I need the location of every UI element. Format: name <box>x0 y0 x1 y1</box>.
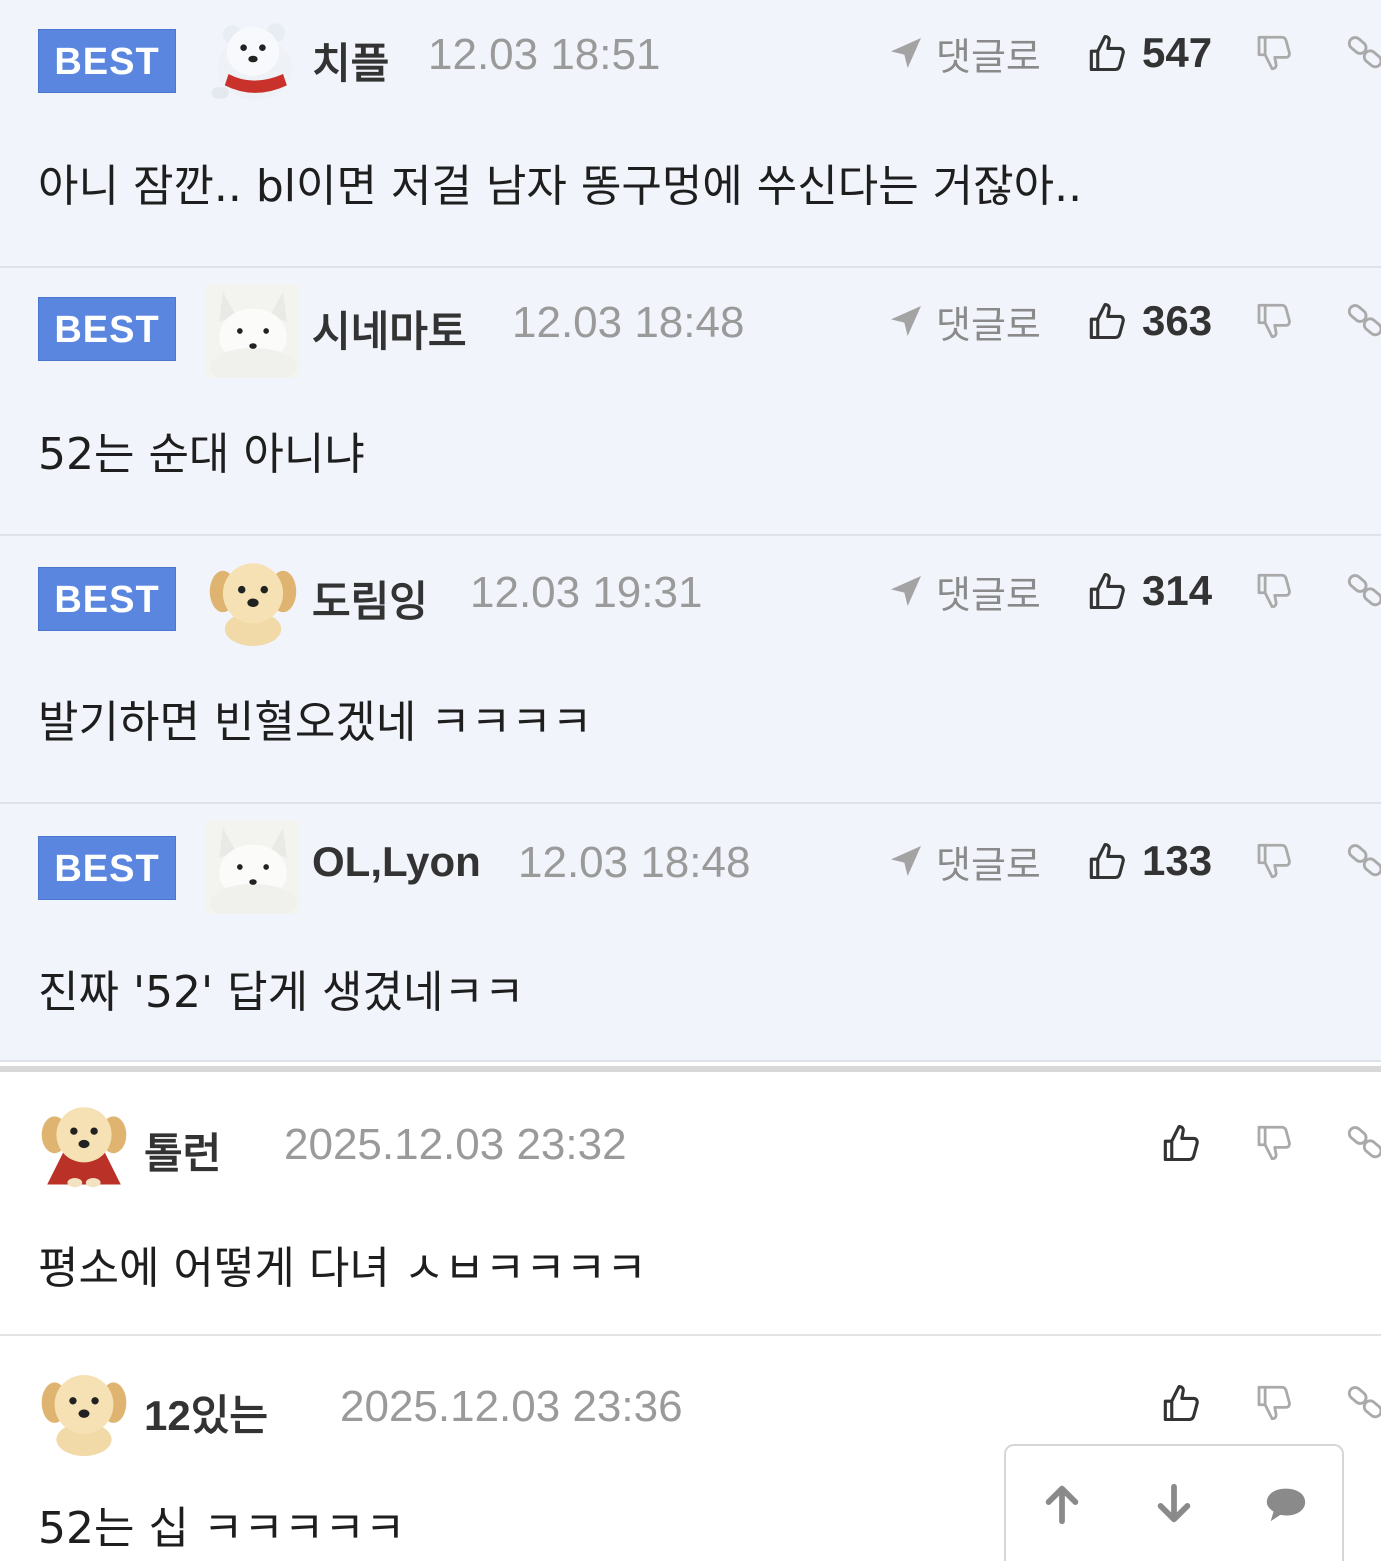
thumbs-up-icon <box>1084 839 1128 883</box>
thumbs-up-icon <box>1158 1121 1202 1165</box>
comment-text: 52는 순대 아니냐 <box>38 429 365 480</box>
reply-label: 댓글로 <box>936 34 1041 79</box>
like-button[interactable]: 363 <box>1084 296 1212 346</box>
thumbs-down-icon <box>1252 300 1294 342</box>
dislike-button[interactable] <box>1252 566 1296 616</box>
arrow-up-icon <box>1045 1485 1079 1524</box>
link-icon <box>1346 840 1381 882</box>
comment-text: 52는 십 ㅋㅋㅋㅋㅋ <box>38 1503 406 1554</box>
dislike-button[interactable] <box>1252 28 1296 78</box>
reply-arrow-icon <box>886 33 926 73</box>
puppy-avatar-icon[interactable] <box>206 552 300 646</box>
best-badge: BEST <box>38 567 176 631</box>
dislike-button[interactable] <box>1252 1378 1296 1428</box>
like-button[interactable] <box>1158 1118 1202 1168</box>
comment: 톨런 2025.12.03 23:32 평소에 어떻게 다녀 ㅅㅂㅋㅋㅋㅋ <box>0 1072 1381 1336</box>
comment-nickname[interactable]: 시네마토 <box>312 298 467 359</box>
link-button[interactable] <box>1346 566 1381 616</box>
comment-nickname[interactable]: OL,Lyon <box>312 838 481 886</box>
reply-arrow-icon <box>886 571 926 611</box>
comment-nickname[interactable]: 톨런 <box>144 1120 221 1181</box>
comment-date: 12.03 18:51 <box>428 30 661 79</box>
comment-text: 발기하면 빈혈오겠네 ㅋㅋㅋㅋ <box>38 697 593 748</box>
like-count: 133 <box>1142 837 1213 884</box>
white-fox-avatar-icon[interactable] <box>206 284 300 378</box>
link-icon <box>1346 1122 1381 1164</box>
arrow-down-icon <box>1157 1483 1191 1522</box>
comment-text: 아니 잠깐.. bl이면 저걸 남자 똥구멍에 쑤신다는 거잖아.. <box>38 161 1083 212</box>
like-button[interactable]: 133 <box>1084 836 1212 886</box>
like-count: 547 <box>1142 29 1213 76</box>
thumbs-up-icon <box>1084 31 1128 75</box>
reply-label: 댓글로 <box>936 572 1041 617</box>
reply-button[interactable]: 댓글로 <box>886 28 1041 79</box>
scroll-down-button[interactable] <box>1144 1474 1204 1534</box>
link-icon <box>1346 570 1381 612</box>
comment-nickname[interactable]: 12있는 <box>144 1382 268 1443</box>
best-comment: BEST 도림잉 12.03 19:31 댓글로 314 발기하면 빈혈오겠네 … <box>0 536 1381 804</box>
like-count: 363 <box>1142 297 1213 344</box>
thumbs-up-icon <box>1158 1381 1202 1425</box>
like-button[interactable] <box>1158 1378 1202 1428</box>
link-icon <box>1346 32 1381 74</box>
reply-button[interactable]: 댓글로 <box>886 296 1041 347</box>
reply-label: 댓글로 <box>936 842 1041 887</box>
link-button[interactable] <box>1346 1118 1381 1168</box>
comment-date: 2025.12.03 23:32 <box>284 1120 627 1169</box>
thumbs-down-icon <box>1252 32 1294 74</box>
comment-bubble-icon <box>1266 1488 1306 1521</box>
link-icon <box>1346 1382 1381 1424</box>
white-fox-avatar-icon[interactable] <box>206 820 300 914</box>
comment-button[interactable] <box>1256 1474 1316 1534</box>
best-comment: BEST 시네마토 12.03 18:48 댓글로 363 52는 순대 아니냐 <box>0 268 1381 536</box>
link-button[interactable] <box>1346 1378 1381 1428</box>
reply-label: 댓글로 <box>936 302 1041 347</box>
like-count: 314 <box>1142 567 1213 614</box>
thumbs-up-icon <box>1084 299 1128 343</box>
best-badge: BEST <box>38 29 176 93</box>
reply-button[interactable]: 댓글로 <box>886 566 1041 617</box>
comment-text: 평소에 어떻게 다녀 ㅅㅂㅋㅋㅋㅋ <box>38 1243 647 1294</box>
thumbs-down-icon <box>1252 570 1294 612</box>
thumbs-down-icon <box>1252 840 1294 882</box>
thumbs-up-icon <box>1084 569 1128 613</box>
link-icon <box>1346 300 1381 342</box>
link-button[interactable] <box>1346 28 1381 78</box>
reply-arrow-icon <box>886 301 926 341</box>
comment-date: 12.03 18:48 <box>518 838 751 887</box>
floating-nav <box>1004 1444 1344 1561</box>
like-button[interactable]: 547 <box>1084 28 1212 78</box>
comment-date: 2025.12.03 23:36 <box>340 1382 683 1431</box>
dislike-button[interactable] <box>1252 296 1296 346</box>
link-button[interactable] <box>1346 836 1381 886</box>
scroll-up-button[interactable] <box>1032 1474 1092 1534</box>
like-button[interactable]: 314 <box>1084 566 1212 616</box>
thumbs-down-icon <box>1252 1122 1294 1164</box>
dislike-button[interactable] <box>1252 836 1296 886</box>
puppy-red-cape-avatar-icon[interactable] <box>38 1098 130 1190</box>
puppy-avatar-icon[interactable] <box>38 1364 130 1456</box>
comment-date: 12.03 19:31 <box>470 568 703 617</box>
comment-nickname[interactable]: 치플 <box>312 30 389 91</box>
comment-date: 12.03 18:48 <box>512 298 745 347</box>
best-comment: BEST 치플 12.03 18:51 댓글로 547 아니 잠깐.. bl이면… <box>0 0 1381 268</box>
dislike-button[interactable] <box>1252 1118 1296 1168</box>
thumbs-down-icon <box>1252 1382 1294 1424</box>
polar-bear-avatar-icon[interactable] <box>206 12 300 106</box>
best-badge: BEST <box>38 297 176 361</box>
comment-text: 진짜 '52' 답게 생겼네ㅋㅋ <box>38 967 525 1018</box>
reply-button[interactable]: 댓글로 <box>886 836 1041 887</box>
comment-nickname[interactable]: 도림잉 <box>312 568 428 629</box>
reply-arrow-icon <box>886 841 926 881</box>
best-badge: BEST <box>38 836 176 900</box>
link-button[interactable] <box>1346 296 1381 346</box>
best-comment: BEST OL,Lyon 12.03 18:48 댓글로 133 진짜 '52'… <box>0 804 1381 1062</box>
